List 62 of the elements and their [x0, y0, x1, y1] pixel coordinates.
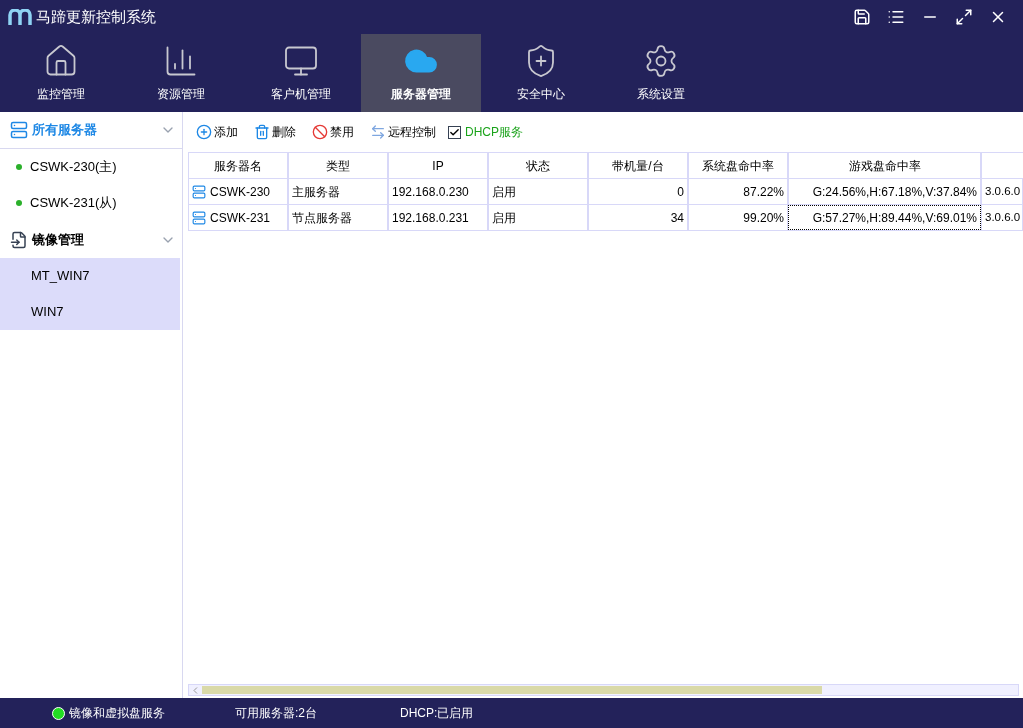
plus-circle-icon: [196, 124, 212, 140]
nav-tab[interactable]: 系统设置: [601, 34, 721, 112]
status-text: 镜像和虚拟盘服务: [69, 705, 165, 722]
nav-tab[interactable]: 安全中心: [481, 34, 601, 112]
check-icon: [449, 126, 460, 138]
image-file-icon: [10, 230, 28, 249]
table-cell: CSWK-230: [188, 179, 288, 204]
column-header[interactable]: IP: [388, 153, 488, 178]
table-cell: 启用: [488, 205, 588, 230]
toolbar-button[interactable]: 禁用: [312, 123, 354, 141]
table-cell: 192.168.0.230: [388, 179, 488, 204]
table-cell: 34: [588, 205, 688, 230]
maximize-icon[interactable]: [955, 8, 973, 26]
save-icon[interactable]: [853, 8, 871, 26]
sidebar-item[interactable]: CSWK-231(从): [0, 185, 182, 221]
trash-icon: [254, 124, 270, 140]
window-title: 马蹄更新控制系统: [36, 6, 156, 27]
dhcp-checkbox[interactable]: DHCP服务: [448, 123, 523, 141]
server-icon: [192, 184, 206, 199]
toolbar-button[interactable]: 远程控制: [370, 123, 436, 141]
nav-tab[interactable]: 资源管理: [121, 34, 241, 112]
table-cell: CSWK-231: [188, 205, 288, 230]
column-header[interactable]: 服务器名: [188, 153, 288, 178]
table-cell: G:24.56%,H:67.18%,V:37.84%: [788, 179, 981, 204]
sidebar-item[interactable]: CSWK-230(主): [0, 149, 182, 185]
logo-icon: [8, 9, 32, 25]
group-label: 所有服务器: [32, 121, 97, 140]
table-cell: 0: [588, 179, 688, 204]
server-icon: [192, 210, 206, 225]
table-cell: G:57.27%,H:89.44%,V:69.01%: [788, 205, 981, 230]
nav-tab[interactable]: 客户机管理: [241, 34, 361, 112]
sidebar-item[interactable]: WIN7: [0, 294, 180, 330]
ban-icon: [312, 124, 328, 140]
toolbar-button[interactable]: 添加: [196, 123, 238, 141]
status-text: 可用服务器:2台: [235, 705, 317, 722]
checkbox[interactable]: [448, 125, 461, 139]
column-header[interactable]: 带机量/台: [588, 153, 688, 178]
sidebar-group[interactable]: 镜像管理: [0, 221, 182, 258]
column-header[interactable]: 状态: [488, 153, 588, 178]
group-label: 镜像管理: [32, 230, 84, 249]
nav-tab[interactable]: 监控管理: [1, 34, 121, 112]
table-cell: 节点服务器: [288, 205, 388, 230]
column-header[interactable]: 类型: [288, 153, 388, 178]
scrollbar-thumb[interactable]: [202, 686, 822, 694]
status-led: [52, 706, 65, 720]
arrows-icon: [370, 124, 386, 140]
column-header[interactable]: 游戏盘命中率: [788, 153, 981, 178]
table-cell: 3.0.6.0: [981, 205, 1023, 230]
table-cell: 87.22%: [688, 179, 788, 204]
table-cell: 3.0.6.0: [981, 179, 1023, 204]
sidebar-group[interactable]: 所有服务器: [0, 112, 182, 149]
server-icon: [10, 121, 28, 139]
sidebar-item[interactable]: MT_WIN7: [0, 258, 180, 294]
toolbar-button[interactable]: 删除: [254, 123, 296, 141]
table-cell: 主服务器: [288, 179, 388, 204]
table-cell: 192.168.0.231: [388, 205, 488, 230]
menu-icon[interactable]: [887, 8, 905, 26]
nav-tab[interactable]: 服务器管理: [361, 34, 481, 112]
table-cell: 99.20%: [688, 205, 788, 230]
table-cell: 启用: [488, 179, 588, 204]
status-text: DHCP:已启用: [400, 705, 474, 722]
column-header[interactable]: 系统盘命中率: [688, 153, 788, 178]
